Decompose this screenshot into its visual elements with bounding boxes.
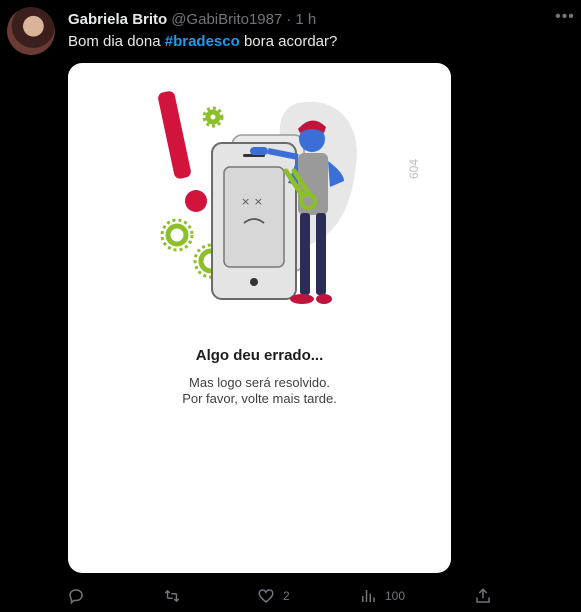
heart-icon xyxy=(258,589,274,603)
separator-dot: · xyxy=(286,10,292,28)
avatar[interactable] xyxy=(7,7,55,55)
tweet-media-image[interactable]: × × 604 Algo deu errado... Mas logo será… xyxy=(68,63,451,573)
analytics-icon xyxy=(362,590,375,602)
author-handle[interactable]: @GabiBrito1987 xyxy=(171,11,282,28)
more-options-button[interactable]: ••• xyxy=(552,6,578,28)
tweet-text: Bom dia dona #bradesco bora acordar? xyxy=(68,33,337,51)
like-button[interactable]: 2 xyxy=(257,583,290,609)
reply-icon xyxy=(69,589,83,605)
error-message-line-1: Mas logo será resolvido. xyxy=(189,375,330,390)
retweet-button[interactable] xyxy=(163,583,189,609)
tweet-header: Gabriela Brito @GabiBrito1987 · 1 h xyxy=(68,10,316,28)
hashtag-link[interactable]: #bradesco xyxy=(165,33,240,50)
tweet-actions: 2 100 xyxy=(0,583,581,609)
like-count: 2 xyxy=(283,589,290,603)
svg-text:× ×: × × xyxy=(241,195,263,208)
views-button[interactable]: 100 xyxy=(359,583,405,609)
tweet[interactable]: Gabriela Brito @GabiBrito1987 · 1 h ••• … xyxy=(0,0,581,612)
more-horizontal-icon: ••• xyxy=(555,8,575,25)
tweet-text-start: Bom dia dona xyxy=(68,33,165,50)
share-button[interactable] xyxy=(474,583,492,609)
author-name[interactable]: Gabriela Brito xyxy=(68,11,167,28)
broken-phone-illustration: × × xyxy=(158,91,357,304)
error-title: Algo deu errado... xyxy=(195,347,324,364)
retweet-icon xyxy=(164,589,180,603)
tweet-time[interactable]: 1 h xyxy=(295,11,316,28)
view-count: 100 xyxy=(385,589,406,603)
error-message-line-2: Por favor, volte mais tarde. xyxy=(182,391,337,406)
tweet-text-end: bora acordar? xyxy=(239,33,338,50)
share-icon xyxy=(476,588,490,603)
reply-button[interactable] xyxy=(67,583,93,609)
error-code: 604 xyxy=(407,158,421,179)
